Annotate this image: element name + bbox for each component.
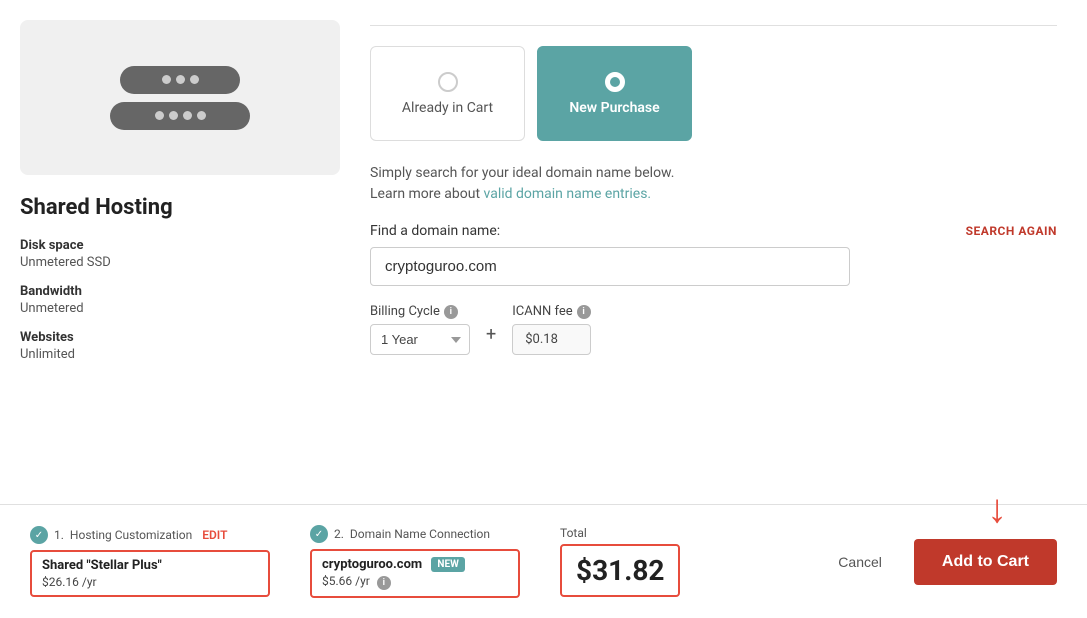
already-in-cart-radio — [438, 72, 458, 92]
step2-domain: cryptoguroo.com NEW — [322, 557, 508, 572]
step1-check-icon: ✓ — [30, 526, 48, 544]
step2-check-icon: ✓ — [310, 525, 328, 543]
right-panel: Already in Cart New Purchase Simply sear… — [370, 20, 1057, 484]
total-section: Total $31.82 — [540, 518, 700, 605]
server-icon — [110, 66, 250, 130]
spec-websites: Websites Unlimited — [20, 330, 340, 362]
actions-section: ↓ Cancel Add to Cart — [826, 539, 1067, 585]
total-box: $31.82 — [560, 544, 680, 597]
step1-edit-link[interactable]: EDIT — [202, 528, 227, 542]
step1-section: ✓ 1. Hosting Customization EDIT Shared "… — [20, 518, 290, 605]
spec-websites-label: Websites — [20, 330, 340, 345]
spec-bandwidth: Bandwidth Unmetered — [20, 284, 340, 316]
server-dot — [197, 111, 206, 120]
top-divider — [370, 25, 1057, 26]
description-prefix: Learn more about — [370, 186, 484, 202]
spec-bandwidth-label: Bandwidth — [20, 284, 340, 299]
step2-title: Domain Name Connection — [350, 527, 490, 541]
billing-row: Billing Cycle i 1 Year 2 Years 3 Years +… — [370, 304, 1057, 355]
description-text: Simply search for your ideal domain name… — [370, 163, 1057, 205]
main-content: Shared Hosting Disk space Unmetered SSD … — [0, 0, 1087, 504]
server-dot — [155, 111, 164, 120]
step2-section: ✓ 2. Domain Name Connection cryptoguroo.… — [290, 517, 540, 606]
search-again-button[interactable]: SEARCH AGAIN — [966, 224, 1057, 238]
product-title: Shared Hosting — [20, 195, 340, 220]
spec-bandwidth-value: Unmetered — [20, 301, 340, 316]
spec-disk-label: Disk space — [20, 238, 340, 253]
step1-card: Shared "Stellar Plus" $26.16 /yr — [30, 550, 270, 597]
icann-fee-label: ICANN fee i — [512, 304, 590, 319]
page-wrapper: Shared Hosting Disk space Unmetered SSD … — [0, 0, 1087, 618]
icann-info-icon[interactable]: i — [577, 305, 591, 319]
new-purchase-option[interactable]: New Purchase — [537, 46, 692, 141]
add-to-cart-button[interactable]: Add to Cart — [914, 539, 1057, 585]
server-dot — [190, 75, 199, 84]
arrow-down-icon: ↓ — [987, 489, 1007, 529]
step2-price: $5.66 /yr i — [322, 574, 508, 590]
server-bar-bottom — [110, 102, 250, 130]
step2-header: ✓ 2. Domain Name Connection — [310, 525, 520, 543]
already-in-cart-option[interactable]: Already in Cart — [370, 46, 525, 141]
domain-label: Find a domain name: — [370, 223, 500, 239]
step2-card: cryptoguroo.com NEW $5.66 /yr i — [310, 549, 520, 598]
domain-section: Find a domain name: SEARCH AGAIN — [370, 223, 1057, 286]
step2-number: 2. — [334, 527, 344, 541]
billing-cycle-select[interactable]: 1 Year 2 Years 3 Years — [370, 324, 470, 355]
billing-cycle-group: Billing Cycle i 1 Year 2 Years 3 Years — [370, 304, 470, 355]
domain-header: Find a domain name: SEARCH AGAIN — [370, 223, 1057, 239]
spec-websites-value: Unlimited — [20, 347, 340, 362]
bottom-bar: ✓ 1. Hosting Customization EDIT Shared "… — [0, 504, 1087, 618]
plus-separator: + — [486, 324, 496, 345]
hosting-image-box — [20, 20, 340, 175]
spec-disk-value: Unmetered SSD — [20, 255, 340, 270]
already-in-cart-label: Already in Cart — [402, 100, 493, 116]
server-dot — [169, 111, 178, 120]
purchase-options: Already in Cart New Purchase — [370, 46, 1057, 141]
total-amount: $31.82 — [576, 554, 664, 587]
step1-number: 1. — [54, 528, 64, 542]
step2-info-icon[interactable]: i — [377, 576, 391, 590]
domain-input[interactable] — [370, 247, 850, 286]
new-purchase-label: New Purchase — [569, 100, 659, 116]
server-dot — [183, 111, 192, 120]
billing-info-icon[interactable]: i — [444, 305, 458, 319]
step1-product-name: Shared "Stellar Plus" — [42, 558, 258, 573]
valid-domain-link[interactable]: valid domain name entries. — [484, 186, 652, 202]
new-badge: NEW — [431, 557, 464, 572]
total-label: Total — [560, 526, 680, 540]
description-line1: Simply search for your ideal domain name… — [370, 165, 674, 181]
server-dot — [176, 75, 185, 84]
left-panel: Shared Hosting Disk space Unmetered SSD … — [20, 20, 340, 484]
cancel-button[interactable]: Cancel — [826, 546, 894, 578]
new-purchase-radio — [605, 72, 625, 92]
server-bar-top — [120, 66, 240, 94]
icann-group: ICANN fee i $0.18 — [512, 304, 590, 355]
server-dot — [162, 75, 171, 84]
step1-title: Hosting Customization — [70, 528, 192, 542]
billing-cycle-label: Billing Cycle i — [370, 304, 470, 319]
step1-header: ✓ 1. Hosting Customization EDIT — [30, 526, 270, 544]
spec-disk-space: Disk space Unmetered SSD — [20, 238, 340, 270]
hosting-info: Shared Hosting Disk space Unmetered SSD … — [20, 195, 340, 362]
step1-price: $26.16 /yr — [42, 575, 258, 589]
icann-fee-value: $0.18 — [512, 324, 590, 355]
